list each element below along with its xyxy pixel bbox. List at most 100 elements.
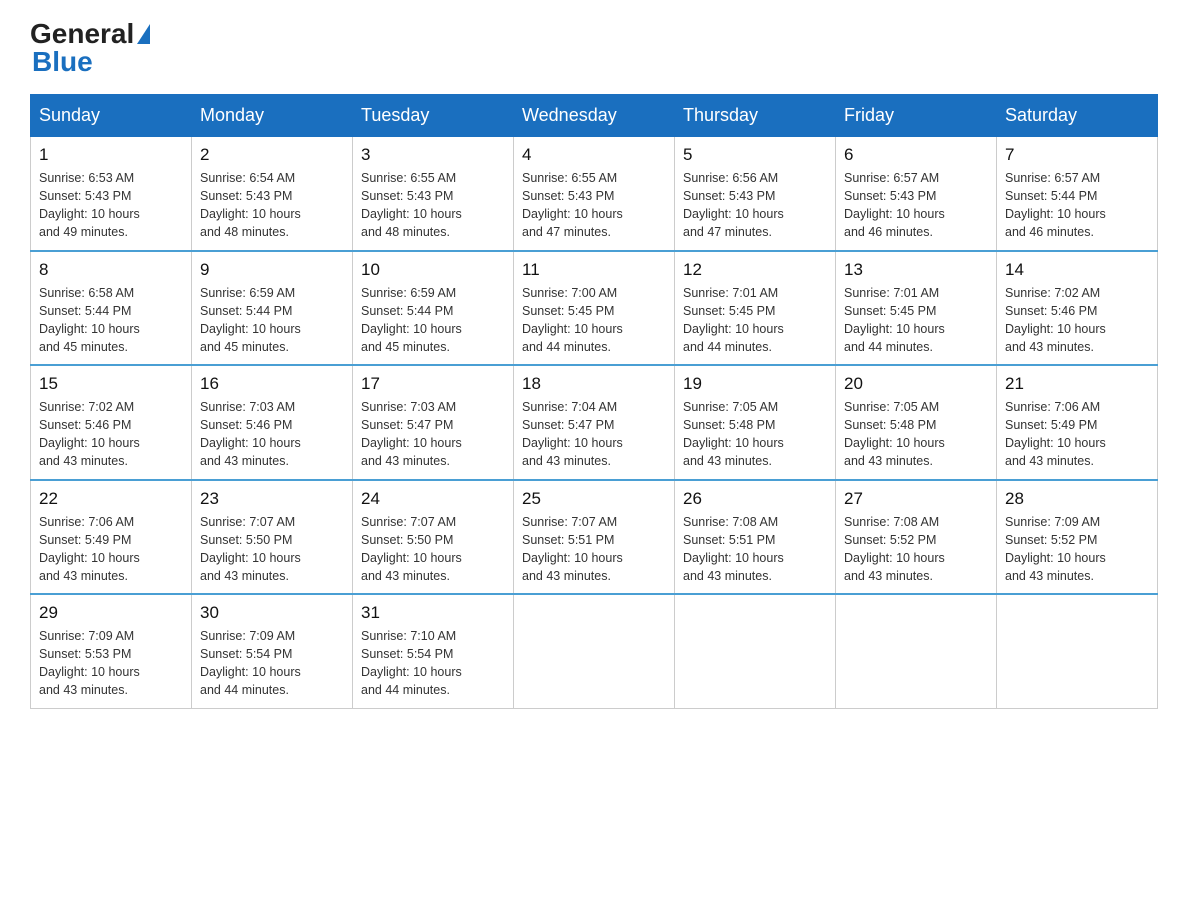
- day-number: 9: [200, 260, 344, 280]
- day-number: 6: [844, 145, 988, 165]
- day-number: 27: [844, 489, 988, 509]
- calendar-cell: 28Sunrise: 7:09 AMSunset: 5:52 PMDayligh…: [997, 480, 1158, 595]
- day-number: 16: [200, 374, 344, 394]
- day-info: Sunrise: 6:59 AMSunset: 5:44 PMDaylight:…: [200, 284, 344, 357]
- calendar-cell: [514, 594, 675, 708]
- calendar-cell: 29 Sunrise: 7:09 AMSunset: 5:53 PMDayligh…: [31, 594, 192, 708]
- calendar-cell: 4Sunrise: 6:55 AMSunset: 5:43 PMDaylight…: [514, 137, 675, 251]
- day-number: 29: [39, 603, 183, 623]
- day-info: Sunrise: 7:08 AMSunset: 5:52 PMDaylight:…: [844, 513, 988, 586]
- calendar-cell: 20 Sunrise: 7:05 AMSunset: 5:48 PMDayligh…: [836, 365, 997, 480]
- day-number: 25: [522, 489, 666, 509]
- day-info: Sunrise: 7:07 AMSunset: 5:50 PMDaylight:…: [361, 513, 505, 586]
- calendar-cell: 18 Sunrise: 7:04 AMSunset: 5:47 PMDayligh…: [514, 365, 675, 480]
- day-number: 13: [844, 260, 988, 280]
- calendar-cell: 8 Sunrise: 6:58 AMSunset: 5:44 PMDaylight…: [31, 251, 192, 366]
- calendar-cell: 30 Sunrise: 7:09 AMSunset: 5:54 PMDayligh…: [192, 594, 353, 708]
- day-number: 2: [200, 145, 344, 165]
- calendar-cell: 31 Sunrise: 7:10 AMSunset: 5:54 PMDayligh…: [353, 594, 514, 708]
- calendar-cell: 11Sunrise: 7:00 AMSunset: 5:45 PMDayligh…: [514, 251, 675, 366]
- calendar-cell: 10Sunrise: 6:59 AMSunset: 5:44 PMDayligh…: [353, 251, 514, 366]
- day-info: Sunrise: 7:05 AMSunset: 5:48 PMDaylight:…: [844, 398, 988, 471]
- day-info: Sunrise: 6:57 AMSunset: 5:44 PMDaylight:…: [1005, 169, 1149, 242]
- page-header: General Blue: [30, 20, 1158, 76]
- day-info: Sunrise: 7:05 AMSunset: 5:48 PMDaylight:…: [683, 398, 827, 471]
- day-info: Sunrise: 7:06 AMSunset: 5:49 PMDaylight:…: [39, 513, 183, 586]
- calendar-week-row: 15 Sunrise: 7:02 AMSunset: 5:46 PMDayligh…: [31, 365, 1158, 480]
- day-info: Sunrise: 7:02 AMSunset: 5:46 PMDaylight:…: [1005, 284, 1149, 357]
- day-number: 8: [39, 260, 183, 280]
- day-info: Sunrise: 7:03 AMSunset: 5:46 PMDaylight:…: [200, 398, 344, 471]
- calendar-cell: 25 Sunrise: 7:07 AMSunset: 5:51 PMDayligh…: [514, 480, 675, 595]
- calendar-cell: 22 Sunrise: 7:06 AMSunset: 5:49 PMDayligh…: [31, 480, 192, 595]
- calendar-cell: 21 Sunrise: 7:06 AMSunset: 5:49 PMDayligh…: [997, 365, 1158, 480]
- day-number: 17: [361, 374, 505, 394]
- day-info: Sunrise: 7:10 AMSunset: 5:54 PMDaylight:…: [361, 627, 505, 700]
- day-info: Sunrise: 7:02 AMSunset: 5:46 PMDaylight:…: [39, 398, 183, 471]
- calendar-cell: 2 Sunrise: 6:54 AMSunset: 5:43 PMDaylight…: [192, 137, 353, 251]
- calendar-cell: 7 Sunrise: 6:57 AMSunset: 5:44 PMDaylight…: [997, 137, 1158, 251]
- calendar-week-row: 8 Sunrise: 6:58 AMSunset: 5:44 PMDaylight…: [31, 251, 1158, 366]
- calendar-cell: [836, 594, 997, 708]
- logo-triangle-icon: [137, 24, 150, 44]
- day-number: 10: [361, 260, 505, 280]
- day-info: Sunrise: 7:03 AMSunset: 5:47 PMDaylight:…: [361, 398, 505, 471]
- calendar-cell: 19 Sunrise: 7:05 AMSunset: 5:48 PMDayligh…: [675, 365, 836, 480]
- day-number: 18: [522, 374, 666, 394]
- day-number: 15: [39, 374, 183, 394]
- day-info: Sunrise: 7:06 AMSunset: 5:49 PMDaylight:…: [1005, 398, 1149, 471]
- day-number: 31: [361, 603, 505, 623]
- column-header-wednesday: Wednesday: [514, 95, 675, 137]
- day-info: Sunrise: 7:04 AMSunset: 5:47 PMDaylight:…: [522, 398, 666, 471]
- calendar-cell: 23 Sunrise: 7:07 AMSunset: 5:50 PMDayligh…: [192, 480, 353, 595]
- calendar-cell: 26 Sunrise: 7:08 AMSunset: 5:51 PMDayligh…: [675, 480, 836, 595]
- calendar-cell: 14Sunrise: 7:02 AMSunset: 5:46 PMDayligh…: [997, 251, 1158, 366]
- day-info: Sunrise: 7:07 AMSunset: 5:50 PMDaylight:…: [200, 513, 344, 586]
- day-number: 23: [200, 489, 344, 509]
- day-number: 22: [39, 489, 183, 509]
- calendar-cell: 17 Sunrise: 7:03 AMSunset: 5:47 PMDayligh…: [353, 365, 514, 480]
- calendar-cell: 6 Sunrise: 6:57 AMSunset: 5:43 PMDaylight…: [836, 137, 997, 251]
- day-info: Sunrise: 6:57 AMSunset: 5:43 PMDaylight:…: [844, 169, 988, 242]
- day-info: Sunrise: 7:09 AMSunset: 5:52 PMDaylight:…: [1005, 513, 1149, 586]
- logo-blue-text: Blue: [32, 48, 150, 76]
- calendar-cell: 1Sunrise: 6:53 AMSunset: 5:43 PMDaylight…: [31, 137, 192, 251]
- calendar-cell: 9 Sunrise: 6:59 AMSunset: 5:44 PMDaylight…: [192, 251, 353, 366]
- column-header-thursday: Thursday: [675, 95, 836, 137]
- column-header-monday: Monday: [192, 95, 353, 137]
- column-header-sunday: Sunday: [31, 95, 192, 137]
- calendar-cell: 15 Sunrise: 7:02 AMSunset: 5:46 PMDayligh…: [31, 365, 192, 480]
- day-number: 12: [683, 260, 827, 280]
- calendar-week-row: 1Sunrise: 6:53 AMSunset: 5:43 PMDaylight…: [31, 137, 1158, 251]
- day-info: Sunrise: 7:08 AMSunset: 5:51 PMDaylight:…: [683, 513, 827, 586]
- day-info: Sunrise: 7:09 AMSunset: 5:54 PMDaylight:…: [200, 627, 344, 700]
- day-info: Sunrise: 7:07 AMSunset: 5:51 PMDaylight:…: [522, 513, 666, 586]
- day-info: Sunrise: 7:01 AMSunset: 5:45 PMDaylight:…: [844, 284, 988, 357]
- day-info: Sunrise: 6:58 AMSunset: 5:44 PMDaylight:…: [39, 284, 183, 357]
- calendar-cell: [997, 594, 1158, 708]
- day-number: 24: [361, 489, 505, 509]
- calendar-cell: 27 Sunrise: 7:08 AMSunset: 5:52 PMDayligh…: [836, 480, 997, 595]
- day-number: 20: [844, 374, 988, 394]
- day-number: 30: [200, 603, 344, 623]
- calendar-cell: [675, 594, 836, 708]
- calendar-cell: 13 Sunrise: 7:01 AMSunset: 5:45 PMDayligh…: [836, 251, 997, 366]
- logo: General Blue: [30, 20, 150, 76]
- day-info: Sunrise: 7:01 AMSunset: 5:45 PMDaylight:…: [683, 284, 827, 357]
- day-info: Sunrise: 6:53 AMSunset: 5:43 PMDaylight:…: [39, 169, 183, 242]
- day-info: Sunrise: 6:55 AMSunset: 5:43 PMDaylight:…: [361, 169, 505, 242]
- day-number: 19: [683, 374, 827, 394]
- day-number: 7: [1005, 145, 1149, 165]
- day-number: 26: [683, 489, 827, 509]
- day-info: Sunrise: 6:54 AMSunset: 5:43 PMDaylight:…: [200, 169, 344, 242]
- day-number: 21: [1005, 374, 1149, 394]
- day-info: Sunrise: 6:56 AMSunset: 5:43 PMDaylight:…: [683, 169, 827, 242]
- column-header-saturday: Saturday: [997, 95, 1158, 137]
- column-header-friday: Friday: [836, 95, 997, 137]
- calendar-table: SundayMondayTuesdayWednesdayThursdayFrid…: [30, 94, 1158, 709]
- day-info: Sunrise: 7:09 AMSunset: 5:53 PMDaylight:…: [39, 627, 183, 700]
- calendar-cell: 16 Sunrise: 7:03 AMSunset: 5:46 PMDayligh…: [192, 365, 353, 480]
- day-info: Sunrise: 7:00 AMSunset: 5:45 PMDaylight:…: [522, 284, 666, 357]
- calendar-cell: 12 Sunrise: 7:01 AMSunset: 5:45 PMDayligh…: [675, 251, 836, 366]
- column-header-tuesday: Tuesday: [353, 95, 514, 137]
